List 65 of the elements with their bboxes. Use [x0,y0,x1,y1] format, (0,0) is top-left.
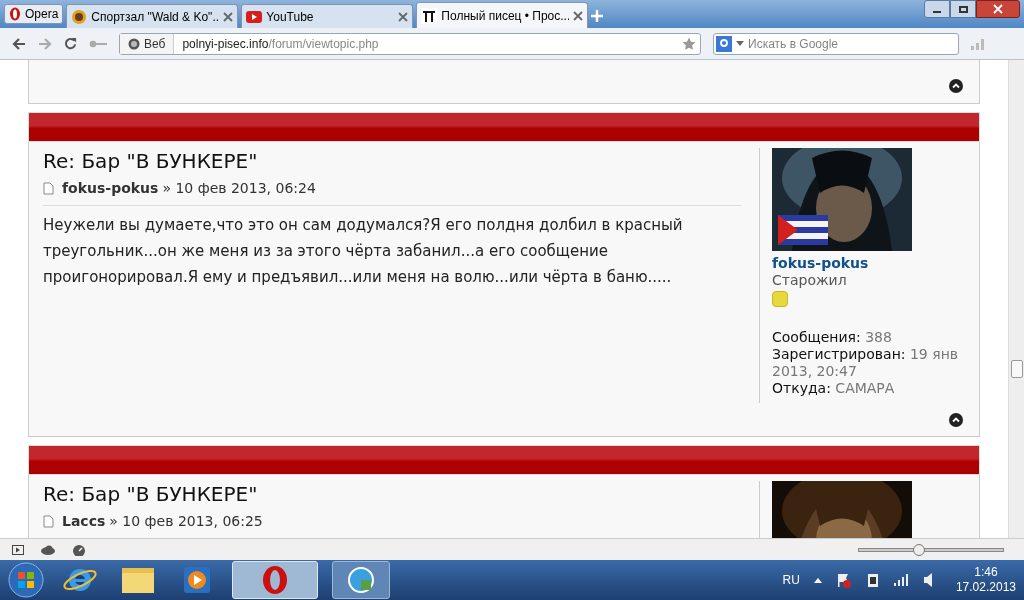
browser-tab[interactable]: Спортзал "Wald & Ko"... [66,4,239,28]
close-icon[interactable] [398,11,409,22]
author-link[interactable]: fokus-pokus [62,178,159,199]
rank-icon [772,291,788,307]
browser-tab[interactable]: YouTube [241,4,414,28]
opera-icon [262,565,288,595]
opera-taskbar-button[interactable] [232,561,318,599]
cloud-icon[interactable] [40,544,56,555]
opera-menu-button[interactable]: Opera [4,4,64,24]
post-body: Неужели вы думаете,что это он сам додумался?Я его полдня долбил в красный треугольник...он же меня из за этого чёрта забанил...а его сообщение проигонорировал.Я ему и предъявил...или меня на волю...или чёрта в баню..... [43,205,741,290]
battery-icon[interactable] [865,572,880,588]
clock-date[interactable]: 17.02.2013 [955,580,1016,595]
post-title[interactable]: Re: Бар "В БУНКЕРЕ" [43,148,741,174]
search-engine-icon [716,35,732,52]
clock-time[interactable]: 1:46 [974,565,998,580]
address-field[interactable]: Веб polnyi-pisec.info/forum/viewtopic.php [119,32,701,55]
signal-icon[interactable] [893,574,910,586]
flag-icon[interactable] [835,572,852,588]
document-icon[interactable] [43,182,54,195]
post-title[interactable]: Re: Бар "В БУНКЕРЕ" [43,481,741,507]
search-field[interactable]: Искать в Google [713,32,959,55]
close-window-button[interactable] [976,0,1020,18]
speedometer-icon[interactable] [72,543,86,556]
start-icon[interactable] [8,562,44,598]
tab-title: YouTube [266,8,315,26]
globe-icon [128,37,140,50]
maximize-icon[interactable] [950,0,976,18]
close-icon[interactable] [223,11,234,22]
profile-field: Откуда: САМАРА [772,380,969,397]
tray-expand-icon[interactable] [813,577,822,583]
signal-icon [971,37,985,50]
sync-taskbar-button[interactable] [332,561,390,599]
search-input[interactable]: Искать в Google [748,34,958,53]
scroll-up-icon[interactable] [949,412,963,427]
dropdown-icon[interactable] [736,41,744,46]
profile-field: Зарегистрирован: 19 янв 2013, 20:47 [772,346,969,380]
forum-icon [421,7,438,24]
globe-icon [71,8,88,25]
url-text: polnyi-pisec.info/forum/viewtopic.php [181,35,380,53]
post-date: » 10 фев 2013, 06:24 [162,179,316,198]
close-icon[interactable] [573,10,584,21]
zoom-thumb[interactable] [913,543,926,556]
sync-icon [347,566,375,594]
panel-icon[interactable] [12,544,24,555]
profile-field: Сообщения: 388 [772,329,969,346]
author-link[interactable]: Laccs [62,511,106,532]
play-icon [246,10,263,23]
user-rank: Старожил [772,272,848,289]
username-link[interactable]: fokus-pokus [772,255,969,272]
back-icon[interactable] [12,37,26,50]
language-indicator[interactable]: RU [782,571,800,589]
scroll-up-icon[interactable] [949,79,963,93]
post-date: » 10 фев 2013, 06:25 [109,512,263,531]
minimize-icon[interactable] [924,0,950,18]
tab-title: Полный писец • Прос... [441,7,570,25]
document-icon[interactable] [43,515,54,528]
star-icon[interactable] [682,36,696,51]
reload-icon[interactable] [64,37,77,50]
browser-tab[interactable]: Полный писец • Прос... [416,2,589,28]
new-tab-icon[interactable] [591,10,604,22]
speaker-icon[interactable] [923,573,934,587]
web-badge: Веб [120,33,175,54]
tab-title: Спортзал "Wald & Ko"... [91,8,220,26]
opera-icon [9,7,21,21]
scrollbar[interactable] [1008,60,1024,538]
